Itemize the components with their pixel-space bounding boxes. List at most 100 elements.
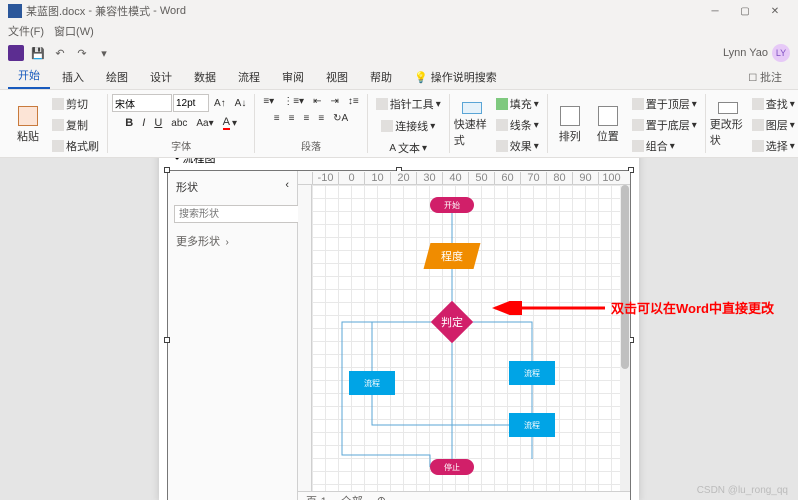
end-node[interactable]: 停止 (430, 459, 474, 475)
tab-draw[interactable]: 绘图 (96, 65, 138, 89)
tab-help[interactable]: 帮助 (360, 65, 402, 89)
select-button[interactable]: 选择▾ (748, 136, 798, 156)
page-tab[interactable]: 页-1 (306, 493, 327, 500)
underline-button[interactable]: U (150, 114, 166, 132)
tell-me[interactable]: 💡 操作说明搜索 (404, 65, 507, 89)
numbering[interactable]: ⋮≡▾ (279, 94, 308, 109)
align-center[interactable]: ≡ (285, 111, 299, 126)
copy-button[interactable]: 复制 (48, 115, 103, 135)
menu-file[interactable]: 文件(F) (8, 23, 44, 39)
group-font: 宋体 12pt A↑ A↓ B I U abc Aa▾ A▾ 字体 (108, 94, 255, 153)
redo-button[interactable]: ↷ (74, 45, 90, 61)
comments-button[interactable]: ☐ 批注 (740, 65, 790, 89)
bold-button[interactable]: B (121, 114, 137, 132)
justify[interactable]: ≡ (314, 111, 328, 126)
group-paragraph: ≡▾ ⋮≡▾ ⇤ ⇥ ↕≡ ≡ ≡ ≡ ≡ ↻A 段落 (255, 94, 367, 153)
shapes-panel: 形状‹ ▾🔍 更多形状 › (168, 171, 298, 500)
tab-design[interactable]: 设计 (140, 65, 182, 89)
watermark: CSDN @lu_rong_qq (697, 485, 788, 496)
decision-node[interactable]: 判定 (431, 301, 473, 343)
send-back[interactable]: 置于底层▾ (628, 115, 701, 135)
data-node[interactable]: 程度 (424, 243, 481, 269)
canvas[interactable]: 开始 程度 判定 流程 流程 流程 停止 (312, 185, 630, 491)
maximize-button[interactable]: ▢ (730, 6, 760, 17)
process-node[interactable]: 流程 (509, 361, 555, 385)
pointer-tool[interactable]: 指针工具▾ (372, 94, 445, 114)
position-button[interactable]: 位置 (590, 102, 626, 148)
word-page: • 流程图 形状‹ ▾🔍 更多形状 › -1001020304 (159, 158, 639, 500)
fill-button[interactable]: 填充▾ (492, 94, 543, 114)
menu-window[interactable]: 窗口(W) (54, 23, 94, 39)
process-node[interactable]: 流程 (509, 413, 555, 437)
collapse-icon[interactable]: ‹ (285, 179, 289, 195)
format-painter-button[interactable]: 格式刷 (48, 136, 103, 156)
ribbon: 粘贴 剪切 复制 格式刷 剪贴板 宋体 12pt A↑ A↓ B I U abc… (0, 90, 798, 158)
tab-review[interactable]: 审阅 (272, 65, 314, 89)
font-size-select[interactable]: 12pt (173, 94, 209, 112)
effects-button[interactable]: 效果▾ (492, 136, 543, 156)
visio-icon (8, 45, 24, 61)
bring-front[interactable]: 置于顶层▾ (628, 94, 701, 114)
resize-handle[interactable] (164, 167, 170, 173)
tab-view[interactable]: 视图 (316, 65, 358, 89)
line-spacing[interactable]: ↕≡ (344, 94, 363, 109)
bullets[interactable]: ≡▾ (259, 94, 278, 109)
avatar: LY (772, 44, 790, 62)
connector-tool[interactable]: 连接线▾ (377, 116, 439, 136)
annotation-text: 双击可以在Word中直接更改 (611, 298, 774, 317)
indent-inc[interactable]: ⇥ (326, 94, 342, 109)
ribbon-tabs: 开始 插入 绘图 设计 数据 流程 审阅 视图 帮助 💡 操作说明搜索 ☐ 批注 (0, 66, 798, 90)
resize-handle[interactable] (164, 337, 170, 343)
embedded-visio[interactable]: 形状‹ ▾🔍 更多形状 › -100102030405060708090100 (167, 170, 631, 500)
group-button[interactable]: 组合▾ (628, 136, 701, 156)
text-tool[interactable]: A 文本▾ (385, 138, 431, 158)
arrange-button[interactable]: 排列 (552, 102, 588, 148)
rotate-text[interactable]: ↻A (329, 111, 352, 126)
search-input[interactable] (174, 205, 316, 223)
shapes-header: 形状‹ (168, 171, 297, 203)
align-left[interactable]: ≡ (270, 111, 284, 126)
cut-button[interactable]: 剪切 (48, 94, 103, 114)
app-name: Word (160, 5, 186, 17)
start-node[interactable]: 开始 (430, 197, 474, 213)
undo-button[interactable]: ↶ (52, 45, 68, 61)
title-bar: 某蓝图.docx - 兼容性模式 - Word ─ ▢ ✕ (0, 0, 798, 22)
add-page[interactable]: ⊕ (377, 494, 386, 500)
change-shape[interactable]: 更改形状 (710, 102, 746, 148)
user-account[interactable]: Lynn Yao LY (723, 44, 790, 62)
document-area: • 流程图 形状‹ ▾🔍 更多形状 › -1001020304 (0, 158, 798, 500)
line-button[interactable]: 线条▾ (492, 115, 543, 135)
font-color[interactable]: A▾ (219, 114, 241, 132)
more-shapes[interactable]: 更多形状 › (168, 225, 297, 257)
annotation: 双击可以在Word中直接更改 (485, 298, 774, 317)
all-tab[interactable]: 全部 (341, 493, 363, 500)
layers-button[interactable]: 图层▾ (748, 115, 798, 135)
close-button[interactable]: ✕ (760, 6, 790, 17)
save-button[interactable]: 💾 (30, 45, 46, 61)
align-right[interactable]: ≡ (299, 111, 313, 126)
shrink-font[interactable]: A↓ (231, 94, 251, 112)
indent-dec[interactable]: ⇤ (309, 94, 325, 109)
tab-data[interactable]: 数据 (184, 65, 226, 89)
qat-dropdown[interactable]: ▾ (96, 45, 112, 61)
quick-styles[interactable]: 快速样式 (454, 102, 490, 148)
menu-bar: 文件(F) 窗口(W) (0, 22, 798, 40)
pager: 页-1 全部 ⊕ (298, 491, 630, 500)
tab-insert[interactable]: 插入 (52, 65, 94, 89)
file-name: 某蓝图.docx (26, 3, 85, 19)
tab-process[interactable]: 流程 (228, 65, 270, 89)
strike-button[interactable]: abc (167, 114, 191, 132)
vertical-scrollbar[interactable] (620, 185, 630, 491)
italic-button[interactable]: I (138, 114, 149, 132)
group-edit: 更改形状 查找▾ 图层▾ 选择▾ 编辑 (706, 94, 798, 153)
quick-access-toolbar: 💾 ↶ ↷ ▾ Lynn Yao LY (0, 40, 798, 66)
grow-font[interactable]: A↑ (210, 94, 230, 112)
word-icon (8, 4, 22, 18)
paste-button[interactable]: 粘贴 (10, 102, 46, 148)
font-family-select[interactable]: 宋体 (112, 94, 172, 112)
tab-home[interactable]: 开始 (8, 63, 50, 89)
find-button[interactable]: 查找▾ (748, 94, 798, 114)
minimize-button[interactable]: ─ (700, 6, 730, 17)
process-node[interactable]: 流程 (349, 371, 395, 395)
text-highlight[interactable]: Aa▾ (192, 114, 217, 132)
